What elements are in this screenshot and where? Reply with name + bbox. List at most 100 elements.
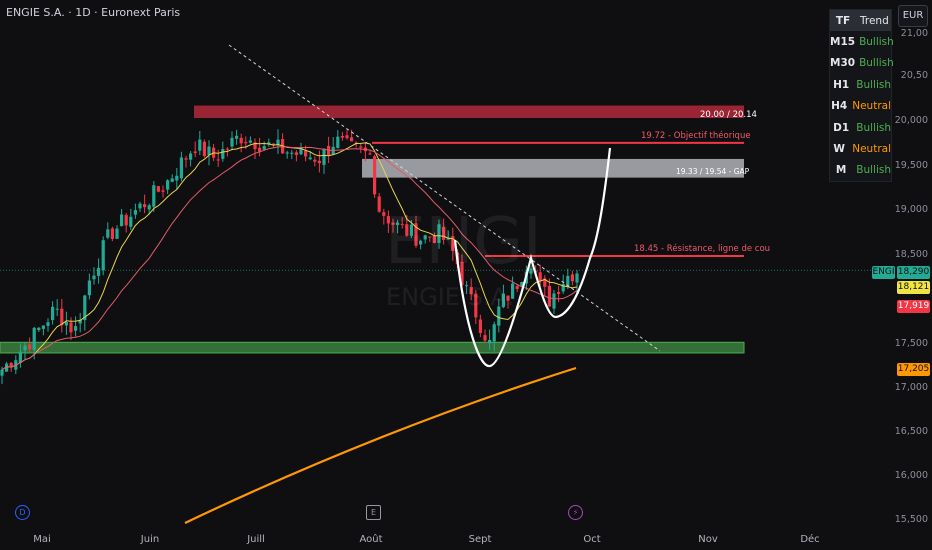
candle-body: [175, 175, 179, 181]
trend-row: H1 Bullish: [830, 74, 891, 95]
candle-body: [138, 203, 142, 209]
candle-body: [308, 157, 312, 160]
candle-body: [492, 324, 496, 342]
candle-body: [575, 273, 579, 283]
candle-body: [179, 157, 183, 179]
ticker-tag: ENGI: [872, 266, 895, 279]
month-label: Juin: [140, 534, 160, 545]
candle-body: [221, 149, 225, 159]
candle-body: [313, 159, 317, 162]
candle-body: [216, 159, 220, 161]
candle-body: [336, 136, 340, 148]
candle-body: [547, 285, 551, 307]
candle-body: [189, 153, 193, 160]
candle-body: [129, 216, 133, 227]
candle-body: [202, 141, 206, 157]
trend-tf: W: [833, 143, 845, 156]
ma-long-tag: 17,205: [897, 363, 930, 376]
trend-value: Bullish: [856, 78, 891, 91]
price-label: 17,500: [894, 338, 928, 349]
trend-tf: M30: [830, 57, 856, 70]
trend-tf: D1: [833, 121, 850, 134]
trend-value: Neutral: [852, 143, 891, 156]
candle-body: [488, 340, 492, 344]
candle-body: [161, 190, 165, 192]
dividend-event-icon[interactable]: D: [15, 505, 30, 520]
candle-body: [368, 153, 372, 155]
candle-body: [483, 335, 487, 341]
candle-body: [156, 186, 160, 192]
candle-body: [152, 185, 156, 207]
candle-body: [478, 319, 482, 333]
trend-value: Bullish: [859, 36, 894, 49]
candle-body: [64, 322, 68, 326]
price-label: 20,000: [894, 115, 928, 126]
ma-fast-tag: 18,121: [897, 281, 930, 294]
trend-col-tf: TF: [835, 14, 851, 27]
candle-body: [87, 280, 91, 296]
trend-row: M30 Bullish: [830, 53, 894, 74]
candle-body: [92, 275, 96, 280]
candle-body: [51, 306, 55, 321]
trend-row: H4 Neutral: [830, 96, 891, 117]
time-axis[interactable]: Mai Juin Juill Août Sept Oct Nov Déc: [0, 528, 932, 550]
candle-body: [557, 292, 561, 294]
candle-body: [340, 135, 344, 138]
candle-body: [244, 142, 248, 144]
trend-tf: H1: [833, 78, 850, 91]
split-event-icon[interactable]: ⚡: [568, 505, 583, 520]
candle-body: [262, 146, 266, 150]
candle-body: [207, 146, 211, 155]
trend-tf: M15: [830, 36, 856, 49]
ma-slow-tag: 17,919: [897, 300, 930, 313]
trend-value: Bullish: [859, 57, 894, 70]
candle-body: [32, 327, 36, 350]
candle-body: [69, 322, 73, 333]
earnings-event-icon[interactable]: E: [366, 505, 381, 520]
trend-row: W Neutral: [830, 138, 891, 159]
trend-table-header: TF Trend: [830, 10, 891, 32]
candle-body: [60, 308, 64, 326]
candle-body: [28, 344, 32, 350]
candle-body: [225, 148, 229, 150]
candle-body: [166, 180, 170, 190]
trend-row: M15 Bullish: [830, 31, 894, 52]
candle-body: [285, 152, 289, 154]
month-label: Sept: [468, 534, 492, 545]
candle-body: [377, 196, 381, 212]
candle-body: [239, 137, 243, 144]
month-label: Oct: [583, 534, 601, 545]
candle-body: [515, 286, 519, 290]
trend-row: M Bullish: [830, 160, 891, 181]
trend-value: Bullish: [856, 121, 891, 134]
candle-body: [294, 152, 298, 156]
month-label: Nov: [698, 534, 718, 545]
candle-body: [97, 267, 101, 276]
ma-long-line: [184, 366, 577, 524]
support-zone: [0, 341, 745, 354]
candle-body: [170, 178, 174, 182]
price-label: 21,00: [900, 28, 928, 39]
price-label: 15,500: [894, 514, 928, 525]
last-price-tag: 18,290: [897, 266, 930, 279]
candle-body: [193, 151, 197, 154]
chart-title: ENGIE S.A. · 1D · Euronext Paris: [6, 6, 181, 19]
price-label: 18,500: [894, 249, 928, 260]
candle-body: [570, 274, 574, 282]
candle-body: [115, 228, 119, 239]
trend-value: Bullish: [856, 164, 891, 177]
month-label: Mai: [33, 534, 51, 545]
candle-body: [41, 325, 45, 329]
trend-table: TF Trend M15 Bullish M30 Bullish H1 Bull…: [829, 9, 894, 183]
price-label: 19,500: [894, 160, 928, 171]
candle-body: [0, 369, 4, 376]
trend-col-trend: Trend: [860, 14, 889, 27]
month-label: Juill: [247, 534, 265, 545]
candle-body: [143, 204, 147, 208]
candle-body: [124, 215, 128, 226]
candle-body: [133, 210, 137, 215]
candle-body: [23, 345, 27, 351]
currency-button[interactable]: EUR: [898, 5, 928, 27]
price-label: 17,000: [894, 382, 928, 393]
candle-body: [290, 152, 294, 154]
